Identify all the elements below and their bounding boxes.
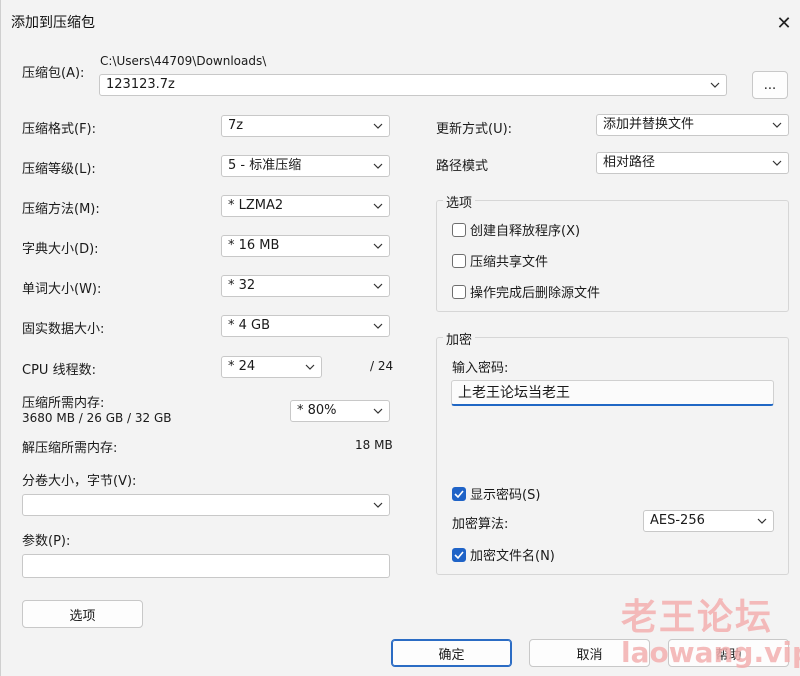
shared-option[interactable]: 压缩共享文件 [452, 251, 548, 270]
shared-checkbox[interactable] [452, 253, 466, 268]
algorithm-select[interactable]: AES-256 [643, 510, 774, 532]
memory-select[interactable]: * 80% [290, 400, 390, 422]
dict-select[interactable]: * 16 MB [221, 235, 390, 257]
level-value: 5 - 标准压缩 [228, 158, 302, 173]
threads-total: / 24 [370, 359, 394, 373]
chevron-down-icon [372, 156, 384, 176]
threads-select[interactable]: * 24 [221, 356, 322, 378]
threads-value: * 24 [228, 359, 256, 374]
close-icon[interactable]: ✕ [771, 10, 797, 36]
split-select[interactable] [22, 494, 390, 516]
threads-label: CPU 线程数: [22, 363, 96, 378]
format-label: 压缩格式(F): [22, 122, 97, 137]
level-label: 压缩等级(L): [22, 162, 96, 177]
checkmark-icon [454, 489, 464, 498]
checkmark-icon [454, 550, 464, 559]
update-mode-value: 添加并替换文件 [603, 117, 695, 132]
delete-checkbox[interactable] [452, 284, 466, 299]
window-title: 添加到压缩包 [11, 15, 95, 31]
chevron-down-icon [372, 276, 384, 296]
chevron-down-icon [372, 116, 384, 136]
split-label: 分卷大小，字节(V): [22, 474, 137, 489]
browse-button[interactable]: ... [752, 71, 788, 99]
path-mode-value: 相对路径 [603, 155, 656, 170]
path-mode-label: 路径模式 [436, 159, 489, 174]
title-bar: 添加到压缩包 ✕ [1, 0, 800, 44]
chevron-down-icon [372, 401, 384, 421]
method-value: * LZMA2 [228, 198, 284, 213]
format-select[interactable]: 7z [221, 115, 390, 137]
word-label: 单词大小(W): [22, 282, 102, 297]
chevron-down-icon [372, 316, 384, 336]
path-mode-select[interactable]: 相对路径 [596, 152, 789, 174]
solid-label: 固实数据大小: [22, 322, 105, 337]
chevron-down-icon [304, 357, 316, 377]
archive-label: 压缩包(A): [22, 66, 85, 81]
sfx-option[interactable]: 创建自释放程序(X) [452, 220, 580, 239]
archive-path: C:\Users\44709\Downloads\ [100, 54, 267, 68]
watermark-title: 老王论坛 [621, 597, 774, 638]
encryption-group-title: 加密 [443, 329, 476, 348]
chevron-down-icon [709, 75, 721, 95]
watermark-url: laowang.vip [621, 636, 800, 669]
chevron-down-icon [771, 115, 783, 135]
archive-name-combo[interactable]: 123123.7z [99, 74, 727, 96]
chevron-down-icon [372, 236, 384, 256]
shared-label: 压缩共享文件 [470, 255, 549, 270]
archive-name-value: 123123.7z [106, 77, 175, 92]
word-select[interactable]: * 32 [221, 275, 390, 297]
solid-value: * 4 GB [228, 318, 271, 333]
sfx-label: 创建自释放程序(X) [470, 224, 581, 239]
dict-value: * 16 MB [228, 238, 280, 253]
delete-label: 操作完成后删除源文件 [470, 286, 601, 301]
decomp-memory-value: 18 MB [355, 438, 393, 452]
chevron-down-icon [756, 511, 768, 531]
encrypt-names-checkbox[interactable] [452, 547, 466, 562]
update-mode-label: 更新方式(U): [436, 122, 513, 137]
chevron-down-icon [372, 196, 384, 216]
memory-detail: 3680 MB / 26 GB / 32 GB [22, 411, 172, 425]
show-password-label: 显示密码(S) [470, 488, 541, 503]
algorithm-value: AES-256 [650, 513, 705, 528]
algorithm-label: 加密算法: [452, 517, 509, 532]
format-value: 7z [228, 118, 244, 133]
word-value: * 32 [228, 278, 256, 293]
chevron-down-icon [372, 495, 384, 515]
password-label: 输入密码: [452, 361, 509, 376]
encrypt-names-label: 加密文件名(N) [470, 549, 555, 564]
params-input[interactable] [22, 554, 390, 578]
encrypt-names-option[interactable]: 加密文件名(N) [452, 545, 555, 564]
delete-option[interactable]: 操作完成后删除源文件 [452, 282, 600, 301]
decomp-memory-label: 解压缩所需内存: [22, 441, 118, 456]
dict-label: 字典大小(D): [22, 242, 99, 257]
memory-value: * 80% [297, 403, 337, 418]
options-group-title: 选项 [443, 192, 476, 211]
ok-button[interactable]: 确定 [391, 639, 512, 667]
update-mode-select[interactable]: 添加并替换文件 [596, 114, 789, 136]
options-button[interactable]: 选项 [22, 600, 143, 628]
add-to-archive-dialog: 添加到压缩包 ✕ 压缩包(A): C:\Users\44709\Download… [0, 0, 800, 676]
sfx-checkbox[interactable] [452, 222, 466, 237]
show-password-checkbox[interactable] [452, 486, 466, 501]
solid-select[interactable]: * 4 GB [221, 315, 390, 337]
params-label: 参数(P): [22, 534, 71, 549]
show-password-option[interactable]: 显示密码(S) [452, 484, 540, 503]
level-select[interactable]: 5 - 标准压缩 [221, 155, 390, 177]
password-input[interactable]: 上老王论坛当老王 [451, 380, 774, 406]
memory-label: 压缩所需内存: [22, 396, 105, 411]
method-select[interactable]: * LZMA2 [221, 195, 390, 217]
method-label: 压缩方法(M): [22, 202, 100, 217]
chevron-down-icon [771, 153, 783, 173]
